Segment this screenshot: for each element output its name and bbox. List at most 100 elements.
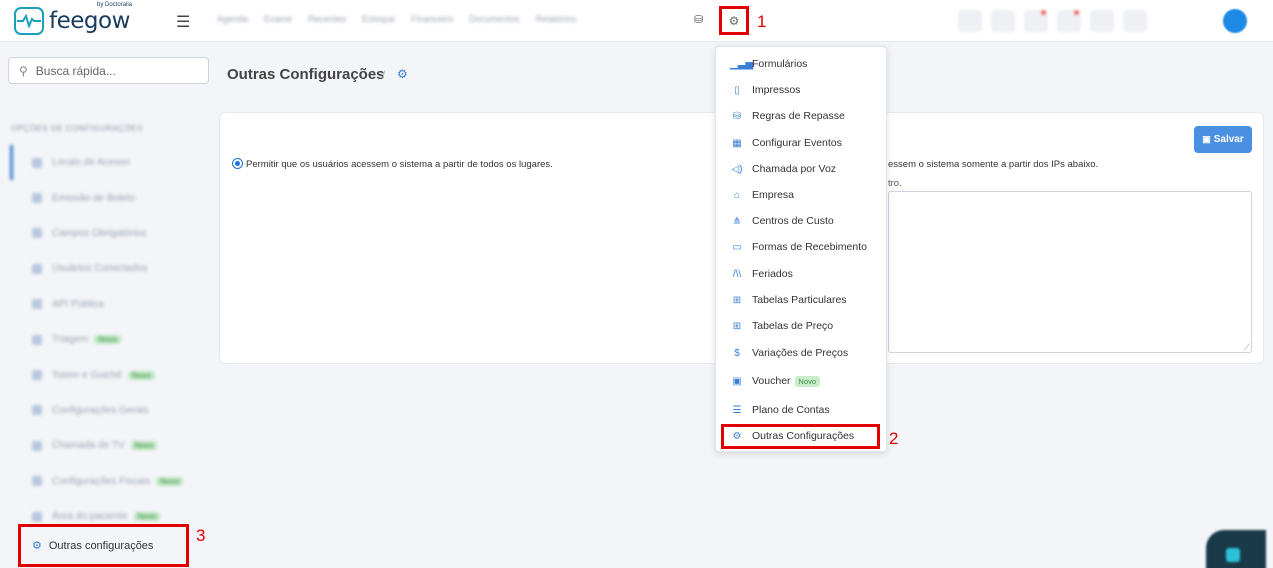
save-button[interactable]: ▣ Salvar [1194,126,1252,153]
settings-dropdown-menu: ▁▃▅ Formulários ▯ Impressos ⛁ Regras de Rep… [715,46,887,452]
option-all-locations-label: Permitir que os usuários acessem o siste… [246,159,553,170]
table-icon: ⊞ [732,320,742,332]
new-badge: Novo [94,335,121,345]
annotation-3: 3 [196,526,206,545]
sidebar-heading: OPÇÕES DE CONFIGURAÇÕES [11,124,143,133]
nav-item-recentes[interactable]: Recentes [308,14,346,24]
sidebar-item[interactable]: Locais de Acesso [10,145,205,181]
cogs-icon: ⚙ [397,67,408,81]
nav-item-relatorios[interactable]: Relatórios [536,14,577,24]
grid-icon[interactable] [1123,10,1147,32]
sidebar-item-label: Configurações Fiscais [52,475,151,487]
bell-icon[interactable] [1057,10,1081,32]
pen-icon[interactable] [958,10,982,32]
sitemap-icon: ⋔ [732,215,742,227]
menu-item-formas-de-recebimento[interactable]: ▭ Formas de Recebimento [730,237,867,257]
user-avatar[interactable] [1223,9,1247,33]
new-badge: Novo [794,375,821,387]
sidebar-item-label: API Pública [52,298,104,310]
quick-search[interactable]: ⚲ [8,57,209,84]
chat-icon[interactable] [1090,10,1114,32]
menu-item-impressos[interactable]: ▯ Impressos [730,80,800,100]
menu-item-feriados[interactable]: /\\ Feriados [730,264,793,284]
nav-item-estoque[interactable]: Estoque [362,14,395,24]
new-badge: Novo [130,441,158,451]
menu-item-chamada-por-voz[interactable]: ◁) Chamada por Voz [730,159,836,179]
gear-icon: ⚙ [728,13,740,28]
nav-item-exame[interactable]: Exame [264,14,292,24]
sidebar-item-icon [32,157,42,168]
plus-notification-icon[interactable] [1024,10,1048,32]
menu-item-formularios[interactable]: ▁▃▅ Formulários [730,54,807,74]
menu-item-tabelas-de-preco[interactable]: ⊞ Tabelas de Preço [730,316,833,336]
sidebar-item-label: Locais de Acesso [52,157,130,169]
menu-item-plano-de-contas[interactable]: ☰ Plano de Contas [730,400,830,420]
brand-name: feegow [49,8,130,34]
sidebar-item[interactable]: Chamada de TV Novo [10,428,205,463]
credit-card-icon: ▭ [732,241,742,253]
hand-money-icon: ⛁ [732,110,742,122]
header-actions [958,10,1147,32]
sidebar-item[interactable]: Totem e Guichê Novo [10,357,205,392]
sidebar-item[interactable]: API Pública [10,287,205,322]
nav-item-financeiro[interactable]: Financeiro [411,14,453,24]
new-badge: Novo [133,512,161,522]
sidebar-item-label: Usuários Conectados [52,263,148,275]
menu-item-empresa[interactable]: ⌂ Empresa [730,185,794,205]
sidebar-item-icon [32,370,42,381]
sidebar-item-icon [32,334,42,345]
file-icon: ▯ [734,84,740,96]
sidebar-item[interactable]: Configurações Gerais [10,393,205,428]
ticket-icon: ▣ [732,375,742,387]
sidebar-item-icon [32,511,42,522]
sidebar-item-label: Campos Obrigatórios [52,227,147,239]
menu-item-tabelas-particulares[interactable]: ⊞ Tabelas Particulares [730,290,847,310]
menu-item-variacoes-de-precos[interactable]: $ Variações de Preços [730,343,848,363]
sidebar-item-label: Triagem [52,334,89,346]
sidebar-item-icon [32,263,42,274]
speaker-icon: ◁) [731,163,743,175]
sidebar-item[interactable]: Campos Obrigatórios [10,216,205,251]
search-icon: ⚲ [19,63,28,78]
sidebar-item-label: Outras configurações [48,539,154,552]
chat-widget[interactable] [1206,530,1266,568]
menu-item-voucher[interactable]: ▣ Voucher Novo [730,371,821,391]
feegow-logo[interactable]: feegow [14,6,130,36]
sidebar-list: Locais de Acesso Emissão de Boleto Campo… [10,145,205,534]
sidebar-item-icon [32,193,42,204]
sidebar-item-label: Emissão de Boleto [52,192,136,204]
option-ips-label: essem o sistema somente a partir dos IPs… [888,159,1099,170]
sidebar-item-label: Totem e Guichê [52,369,123,381]
nav-item-agenda[interactable]: Agenda [217,14,248,24]
sidebar-item[interactable]: Triagem Novo [10,322,205,357]
floppy-icon: ▣ [1202,134,1211,144]
logo-mark-icon [14,7,44,35]
nav-item-documentos[interactable]: Documentos [469,14,520,24]
sidebar-item[interactable]: Configurações Fiscais Novo [10,464,205,499]
sidebar-item[interactable]: Emissão de Boleto [10,180,205,215]
brand-by: by Doctoralia [97,2,133,8]
database-icon[interactable]: ⛁ [694,13,703,26]
allowed-ips-textarea[interactable] [888,191,1252,353]
save-label: Salvar [1213,134,1244,145]
settings-gear-button[interactable]: ⚙ [719,6,749,35]
hamburger-menu-icon[interactable]: ☰ [176,12,190,32]
chart-icon[interactable] [991,10,1015,32]
option-ips-hint: tro. [888,178,902,189]
annotation-2: 2 [889,429,899,448]
road-icon: /\\ [732,268,742,280]
sidebar-item[interactable]: Usuários Conectados [10,251,205,286]
calendar-icon: ▦ [732,137,742,149]
list-icon: ☰ [732,404,742,416]
menu-item-configurar-eventos[interactable]: ▦ Configurar Eventos [730,133,842,153]
highlight-outras-configuracoes [721,424,880,449]
sidebar-item-outras-configuracoes[interactable]: ⚙ Outras configurações [18,524,189,567]
sidebar-item-icon [32,440,42,451]
search-input[interactable] [35,63,196,78]
menu-item-centros-de-custo[interactable]: ⋔ Centros de Custo [730,211,834,231]
bank-icon: ⌂ [733,189,741,201]
menu-item-regras-de-repasse[interactable]: ⛁ Regras de Repasse [730,106,845,126]
new-badge: Novo [128,370,155,380]
page-title: Outras Configurações [227,66,385,83]
radio-all-locations[interactable] [232,158,243,169]
